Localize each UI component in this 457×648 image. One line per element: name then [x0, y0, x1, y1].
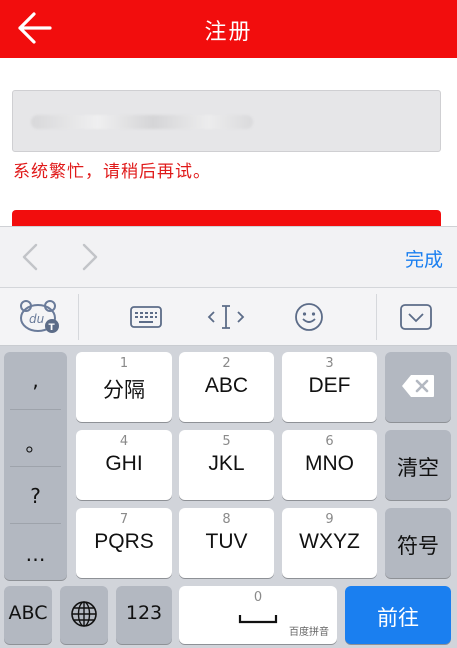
punctuation-column: , 。 ? …	[4, 352, 67, 580]
baidu-ime-logo-button[interactable]: du T	[18, 298, 62, 336]
numeric-switch-key[interactable]: 123	[116, 586, 172, 644]
key-7[interactable]: 7 PQRS	[76, 508, 172, 578]
emoji-button[interactable]	[292, 298, 326, 336]
chevron-left-icon	[22, 243, 38, 271]
pinyin-keyboard: , 。 ? … 1 分隔 2 ABC 3 DEF 4 GHI 5 JKL 6 M…	[0, 346, 457, 648]
chevron-down-box-icon	[400, 304, 432, 330]
backspace-icon	[402, 375, 434, 397]
clear-key[interactable]: 清空	[385, 430, 451, 500]
abc-switch-key[interactable]: ABC	[4, 586, 52, 644]
baidu-du-logo-icon: du T	[20, 300, 59, 333]
space-key[interactable]: 0 百度拼音	[179, 586, 337, 644]
smiley-icon	[295, 303, 323, 331]
key-8[interactable]: 8 TUV	[179, 508, 274, 578]
key-4[interactable]: 4 GHI	[76, 430, 172, 500]
ime-toolbar: du T	[0, 288, 457, 346]
symbol-key[interactable]: 符号	[385, 508, 451, 578]
blurred-input-value	[31, 115, 253, 129]
error-message: 系统繁忙，请稍后再试。	[13, 162, 211, 182]
page-title: 注册	[204, 20, 253, 45]
keyboard-icon	[130, 306, 162, 328]
key-2[interactable]: 2 ABC	[179, 352, 274, 422]
go-key[interactable]: 前往	[345, 586, 451, 644]
hide-keyboard-button[interactable]	[398, 298, 434, 336]
punct-period-key[interactable]: 。	[4, 428, 67, 485]
phone-input[interactable]	[12, 90, 441, 152]
ime-brand-label: 百度拼音	[289, 627, 329, 638]
space-icon	[238, 615, 278, 624]
globe-icon	[71, 601, 97, 627]
globe-key[interactable]	[60, 586, 108, 644]
key-6[interactable]: 6 MNO	[282, 430, 377, 500]
key-5[interactable]: 5 JKL	[179, 430, 274, 500]
cursor-move-button[interactable]	[206, 298, 246, 336]
keyboard-switch-button[interactable]	[128, 298, 164, 336]
punct-question-key[interactable]: ?	[4, 484, 67, 541]
key-1[interactable]: 1 分隔	[76, 352, 172, 422]
svg-text:T: T	[49, 323, 56, 333]
key-3[interactable]: 3 DEF	[282, 352, 377, 422]
keyboard-accessory-bar: 完成	[0, 226, 457, 288]
previous-field-button[interactable]	[18, 241, 44, 273]
svg-text:du: du	[29, 312, 45, 326]
chevron-right-icon	[82, 243, 98, 271]
next-field-button[interactable]	[76, 241, 102, 273]
punct-comma-key[interactable]: ,	[4, 368, 67, 425]
header-bar: 注册	[0, 0, 457, 58]
key-9[interactable]: 9 WXYZ	[282, 508, 377, 578]
text-cursor-icon	[207, 305, 245, 329]
backspace-key[interactable]	[385, 352, 451, 422]
done-button[interactable]: 完成	[405, 245, 443, 272]
